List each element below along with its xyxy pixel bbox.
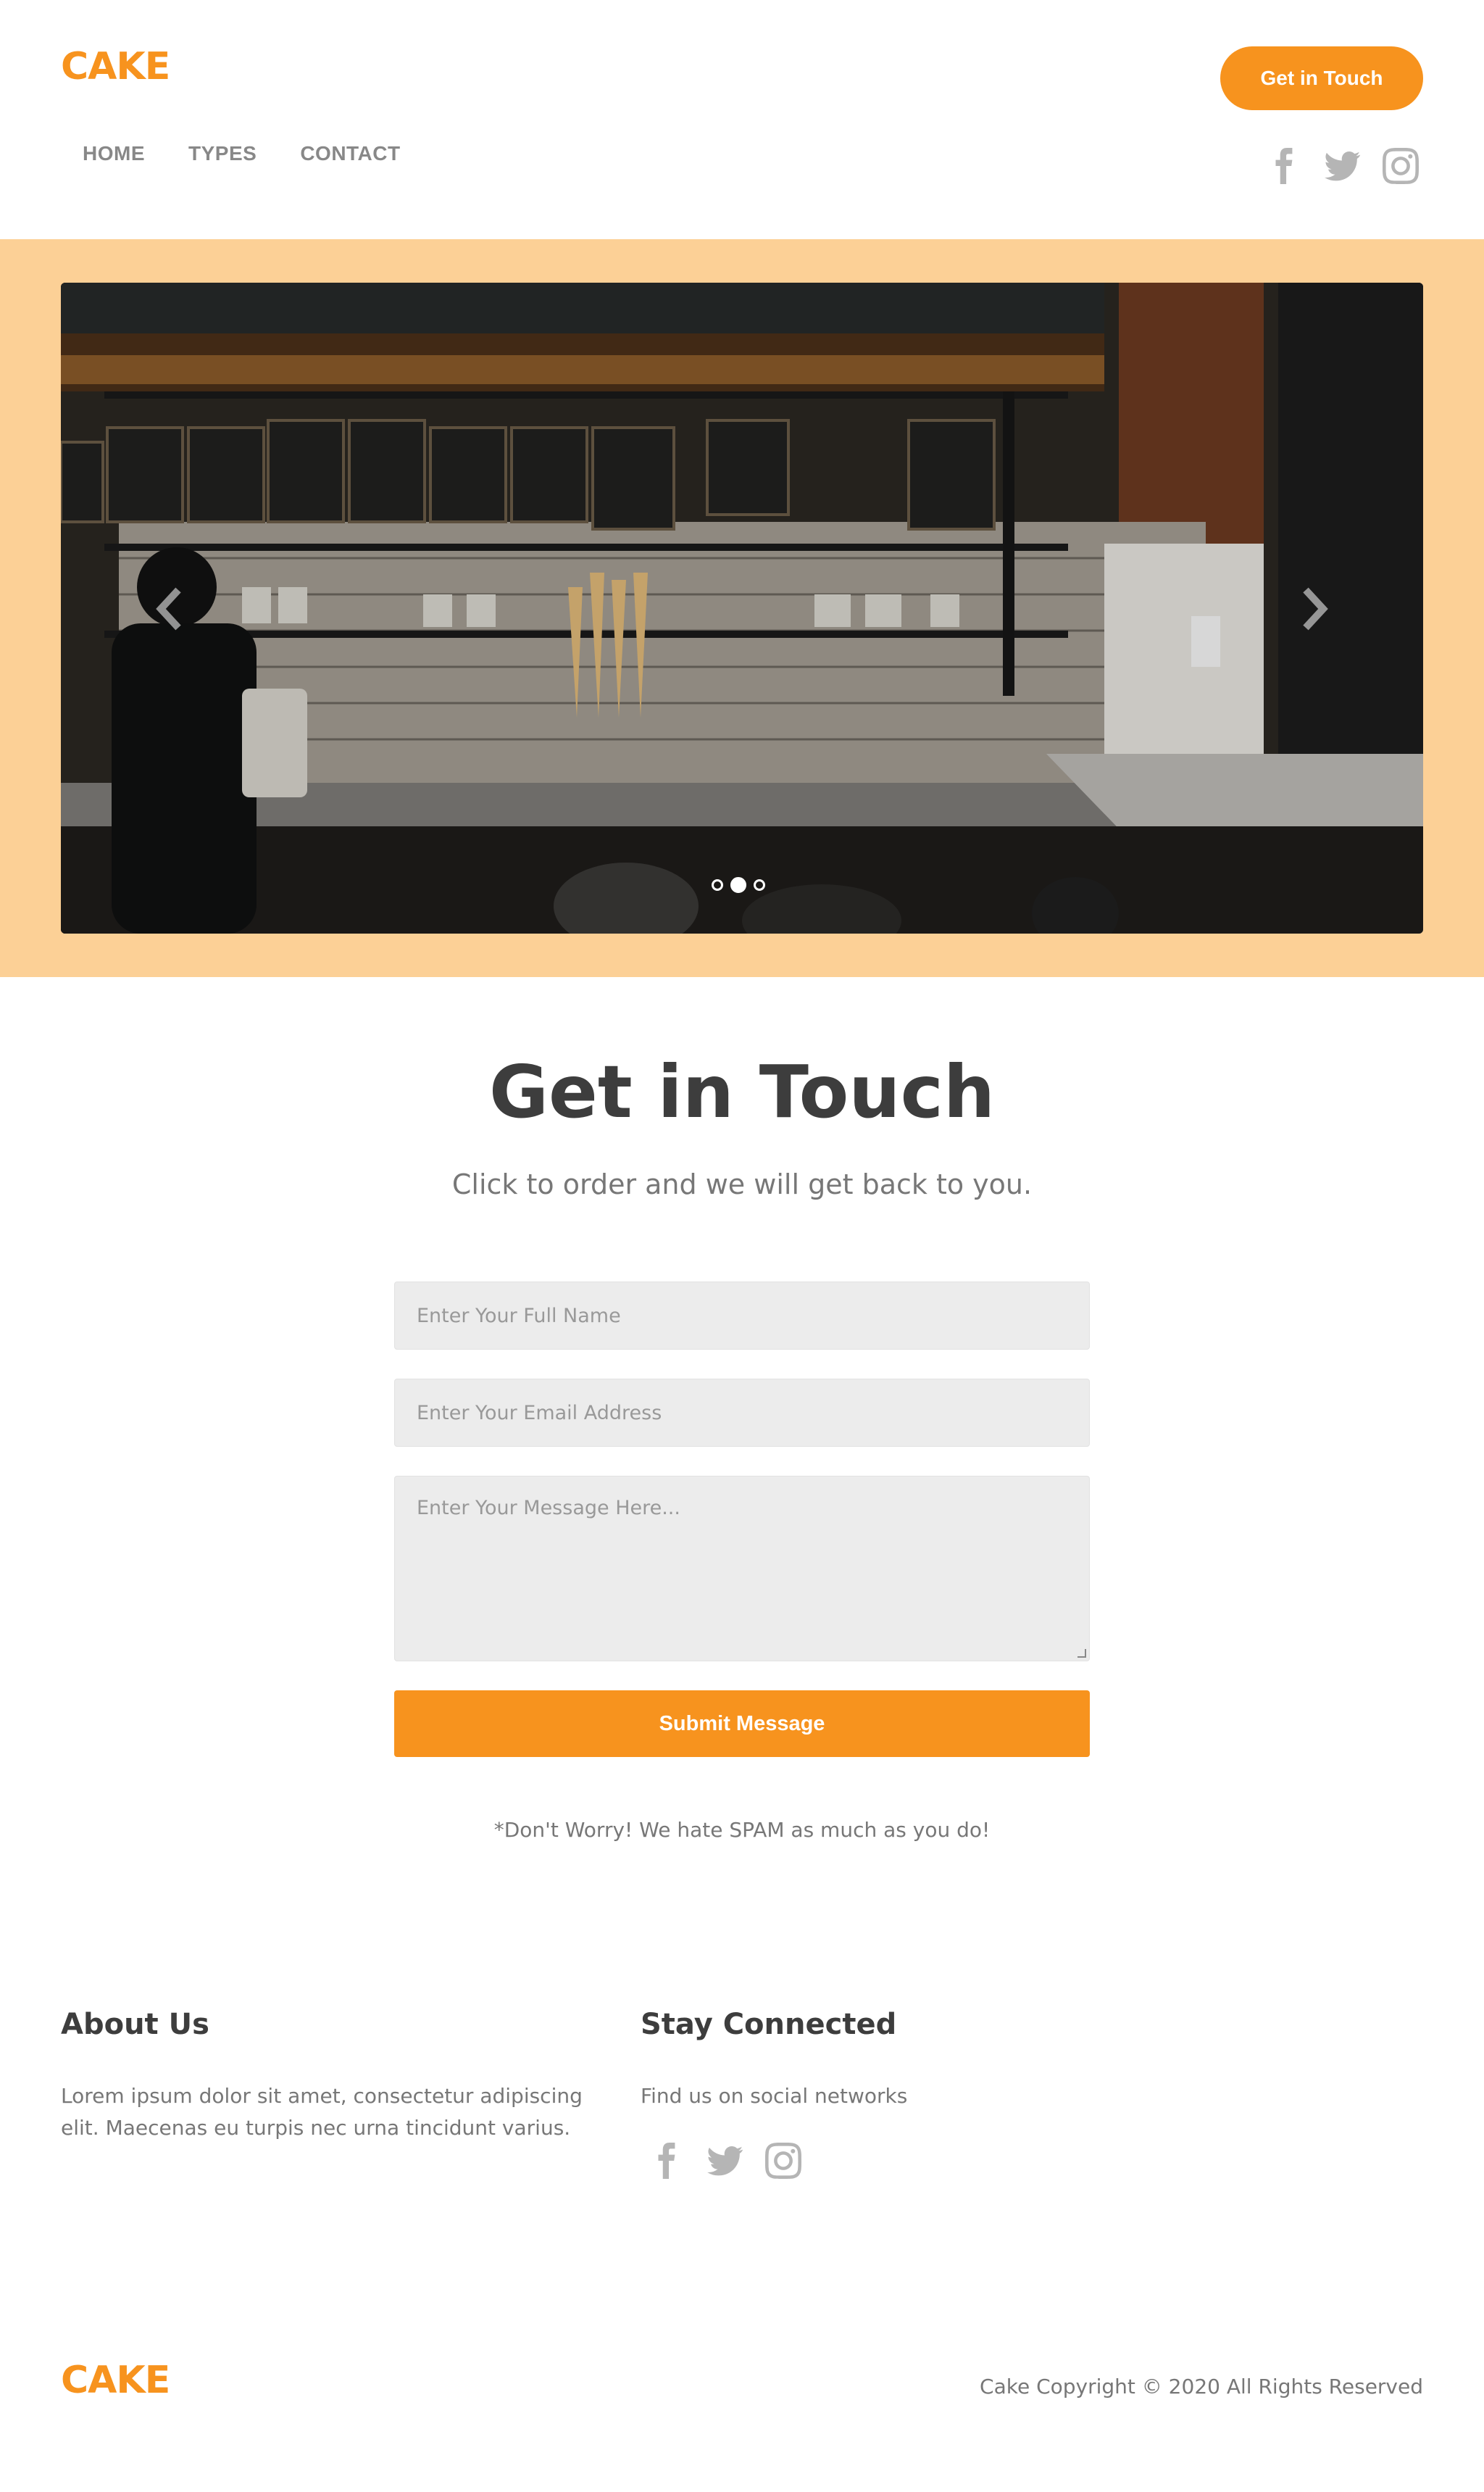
message-placeholder: Enter Your Message Here...	[417, 1497, 680, 1519]
chevron-left-icon	[156, 587, 181, 631]
stay-connected-heading: Stay Connected	[641, 2008, 897, 2041]
carousel-next-button[interactable]	[1293, 580, 1336, 638]
site-header: CAKE Get in Touch HOME TYPES CONTACT	[0, 0, 1484, 239]
email-placeholder: Enter Your Email Address	[417, 1401, 662, 1424]
footer-social-links	[649, 2143, 801, 2179]
hero-section	[0, 239, 1484, 977]
email-input[interactable]: Enter Your Email Address	[394, 1379, 1090, 1447]
twitter-icon[interactable]	[1325, 148, 1361, 184]
full-name-placeholder: Enter Your Full Name	[417, 1304, 621, 1327]
cafe-counter-photo	[61, 283, 1423, 934]
main-nav: HOME TYPES CONTACT	[83, 142, 401, 165]
copyright-text: Cake Copyright © 2020 All Rights Reserve…	[980, 2375, 1423, 2398]
carousel-dot-2[interactable]	[730, 877, 746, 893]
resize-grip-icon[interactable]	[1077, 1649, 1086, 1658]
header-social-links	[1267, 148, 1419, 184]
carousel-dot-3[interactable]	[754, 879, 765, 891]
instagram-icon[interactable]	[765, 2143, 801, 2179]
nav-types[interactable]: TYPES	[188, 142, 257, 165]
facebook-icon[interactable]	[649, 2143, 685, 2179]
spam-note: *Don't Worry! We hate SPAM as much as yo…	[493, 1818, 991, 1842]
footer-logo[interactable]: CAKE	[61, 2362, 170, 2399]
nav-home[interactable]: HOME	[83, 142, 145, 165]
full-name-input[interactable]: Enter Your Full Name	[394, 1282, 1090, 1350]
contact-subtitle: Click to order and we will get back to y…	[451, 1168, 1033, 1200]
instagram-icon[interactable]	[1383, 148, 1419, 184]
facebook-icon[interactable]	[1267, 148, 1303, 184]
nav-contact[interactable]: CONTACT	[300, 142, 400, 165]
image-carousel[interactable]	[61, 283, 1423, 934]
get-in-touch-button[interactable]: Get in Touch	[1220, 46, 1423, 110]
submit-message-button[interactable]: Submit Message	[394, 1690, 1090, 1757]
about-us-text: Lorem ipsum dolor sit amet, consectetur …	[61, 2084, 583, 2140]
about-us-heading: About Us	[61, 2008, 209, 2041]
contact-title: Get in Touch	[488, 1050, 996, 1134]
carousel-dot-1[interactable]	[712, 879, 723, 891]
logo[interactable]: CAKE	[61, 48, 170, 86]
chevron-right-icon	[1303, 587, 1328, 631]
carousel-indicators	[712, 877, 765, 893]
message-textarea[interactable]: Enter Your Message Here...	[394, 1476, 1090, 1661]
carousel-prev-button[interactable]	[148, 580, 191, 638]
twitter-icon[interactable]	[707, 2143, 743, 2179]
stay-connected-text: Find us on social networks	[641, 2084, 908, 2108]
